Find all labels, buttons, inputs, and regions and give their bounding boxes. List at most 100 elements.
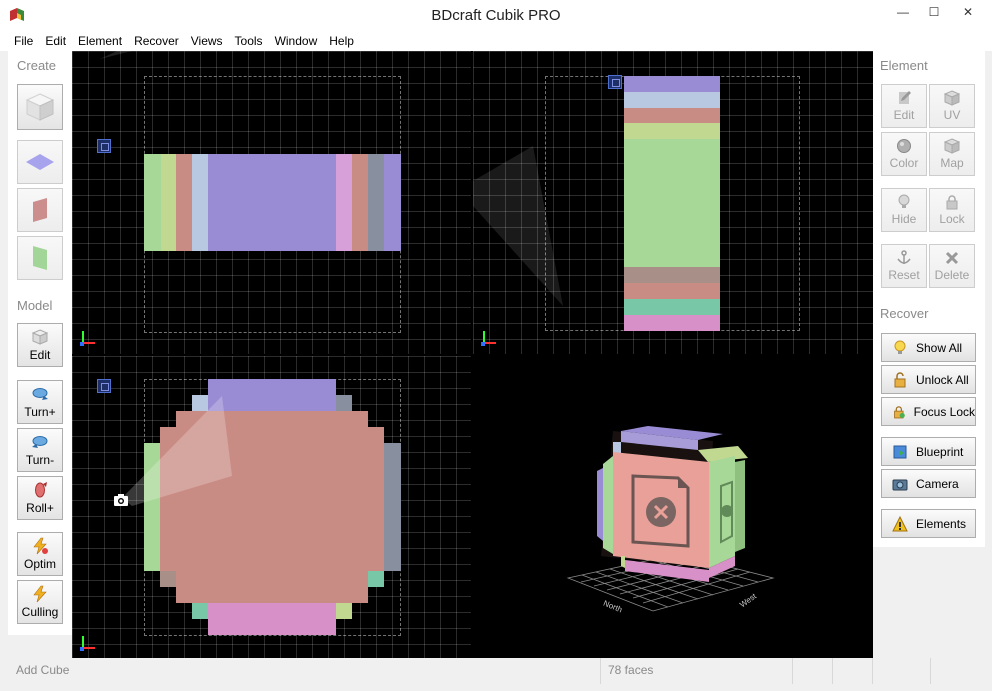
menu-edit[interactable]: Edit [39,34,72,48]
element-uv-label: UV [943,108,961,122]
show-all-label: Show All [916,340,963,355]
delete-icon [945,251,959,265]
cube-face[interactable] [624,76,720,92]
menu-views[interactable]: Views [185,34,229,48]
status-text: Add Cube [16,663,70,677]
element-hide-button[interactable]: Hide [881,188,927,232]
cube-face[interactable] [192,154,208,251]
add-plane-horizontal-button[interactable] [17,140,63,184]
cube-face[interactable] [624,315,720,331]
element-section-title: Element [880,58,928,73]
element-delete-label: Delete [934,268,970,282]
camera-icon[interactable] [113,493,129,507]
turn-minus-label: Turn- [25,453,55,467]
element-lock-button[interactable]: Lock [929,188,975,232]
viewport-top[interactable] [72,356,471,658]
element-delete-button[interactable]: Delete [929,244,975,288]
map-icon [944,138,960,154]
element-edit-label: Edit [893,108,915,122]
vertical-plane-x-icon [33,198,47,222]
viewport-side[interactable] [473,51,873,354]
axis-gizmo-icon [481,330,497,346]
maximize-button[interactable]: ☐ [919,0,949,24]
unlock-all-button[interactable]: Unlock All [881,365,976,394]
culling-button[interactable]: Culling [17,580,63,624]
anchor-icon [897,250,911,264]
status-divider [930,658,931,684]
element-uv-button[interactable]: UV [929,84,975,128]
cube-face[interactable] [208,154,336,251]
face-count: 78 faces [608,663,654,677]
roll-icon [35,482,47,498]
cube-face[interactable] [176,154,192,251]
optim-button[interactable]: Optim [17,532,63,576]
element-lock-label: Lock [939,212,965,226]
element-map-button[interactable]: Map [929,132,975,176]
close-button[interactable]: ✕ [950,0,986,24]
menu-window[interactable]: Window [269,34,324,48]
cube-face[interactable] [624,283,720,299]
right-tool-panel: Element Edit UV Color Map Hide Lock Rese… [873,51,985,547]
lightning-optimize-icon [33,537,48,555]
locator-icon[interactable] [97,139,111,153]
cube-edit-icon [31,329,49,345]
perspective-scene [566,426,775,612]
viewport-area: North West [72,51,873,658]
element-hide-label: Hide [891,212,917,226]
element-reset-button[interactable]: Reset [881,244,927,288]
cube-face[interactable] [352,154,368,251]
element-map-label: Map [940,156,964,170]
menu-element[interactable]: Element [72,34,128,48]
cube-face[interactable] [624,92,720,108]
axis-gizmo-icon [80,330,96,346]
cube-face[interactable] [336,154,352,251]
vertical-plane-z-icon [33,246,47,270]
locator-icon[interactable] [608,75,622,89]
cube-face[interactable] [368,154,384,251]
add-cube-button[interactable] [17,84,63,130]
cube-face[interactable] [624,299,720,315]
elements-button[interactable]: Elements [881,509,976,538]
axis-gizmo-icon [80,635,96,651]
recover-section-title: Recover [880,306,929,321]
element-edit-button[interactable]: Edit [881,84,927,128]
add-plane-vertical-z-button[interactable] [17,236,63,280]
cube-face[interactable] [624,123,720,139]
cube-face[interactable] [161,154,176,251]
show-all-button[interactable]: Show All [881,333,976,362]
cube-face[interactable] [144,154,161,251]
turn-plus-button[interactable]: Turn+ [17,380,63,424]
camera-label: Camera [916,476,959,491]
warning-icon [892,515,908,531]
camera-icon [892,479,908,490]
camera-button[interactable]: Camera [881,469,976,498]
locator-icon[interactable] [97,379,111,393]
model-edit-button[interactable]: Edit [17,323,63,367]
menu-tools[interactable]: Tools [229,34,269,48]
viewport-3d[interactable]: North West [473,356,873,658]
window-title: BDcraft Cubik PRO [431,7,561,24]
cube-face[interactable] [624,267,720,283]
cube-face[interactable] [384,154,401,251]
menu-help[interactable]: Help [323,34,360,48]
lightning-culling-icon [33,585,47,603]
add-plane-vertical-x-button[interactable] [17,188,63,232]
roll-plus-button[interactable]: Roll+ [17,476,63,520]
blueprint-button[interactable]: Blueprint [881,437,976,466]
cube-face[interactable] [624,139,720,267]
cube-face[interactable] [624,108,720,123]
element-reset-label: Reset [888,268,920,282]
menu-recover[interactable]: Recover [128,34,185,48]
turn-minus-button[interactable]: Turn- [17,428,63,472]
roll-plus-label: Roll+ [26,501,54,515]
minimize-button[interactable]: — [888,0,918,24]
app-window: BDcraft Cubik PRO — ☐ ✕ File Edit Elemen… [0,0,992,691]
model-section-title: Model [17,298,53,313]
element-color-label: Color [889,156,919,170]
focus-lock-button[interactable]: Focus Lock [881,397,976,426]
focus-lock-label: Focus Lock [913,404,975,419]
element-color-button[interactable]: Color [881,132,927,176]
cube-icon [25,93,55,121]
menu-file[interactable]: File [8,34,39,48]
viewport-front[interactable] [72,51,471,354]
